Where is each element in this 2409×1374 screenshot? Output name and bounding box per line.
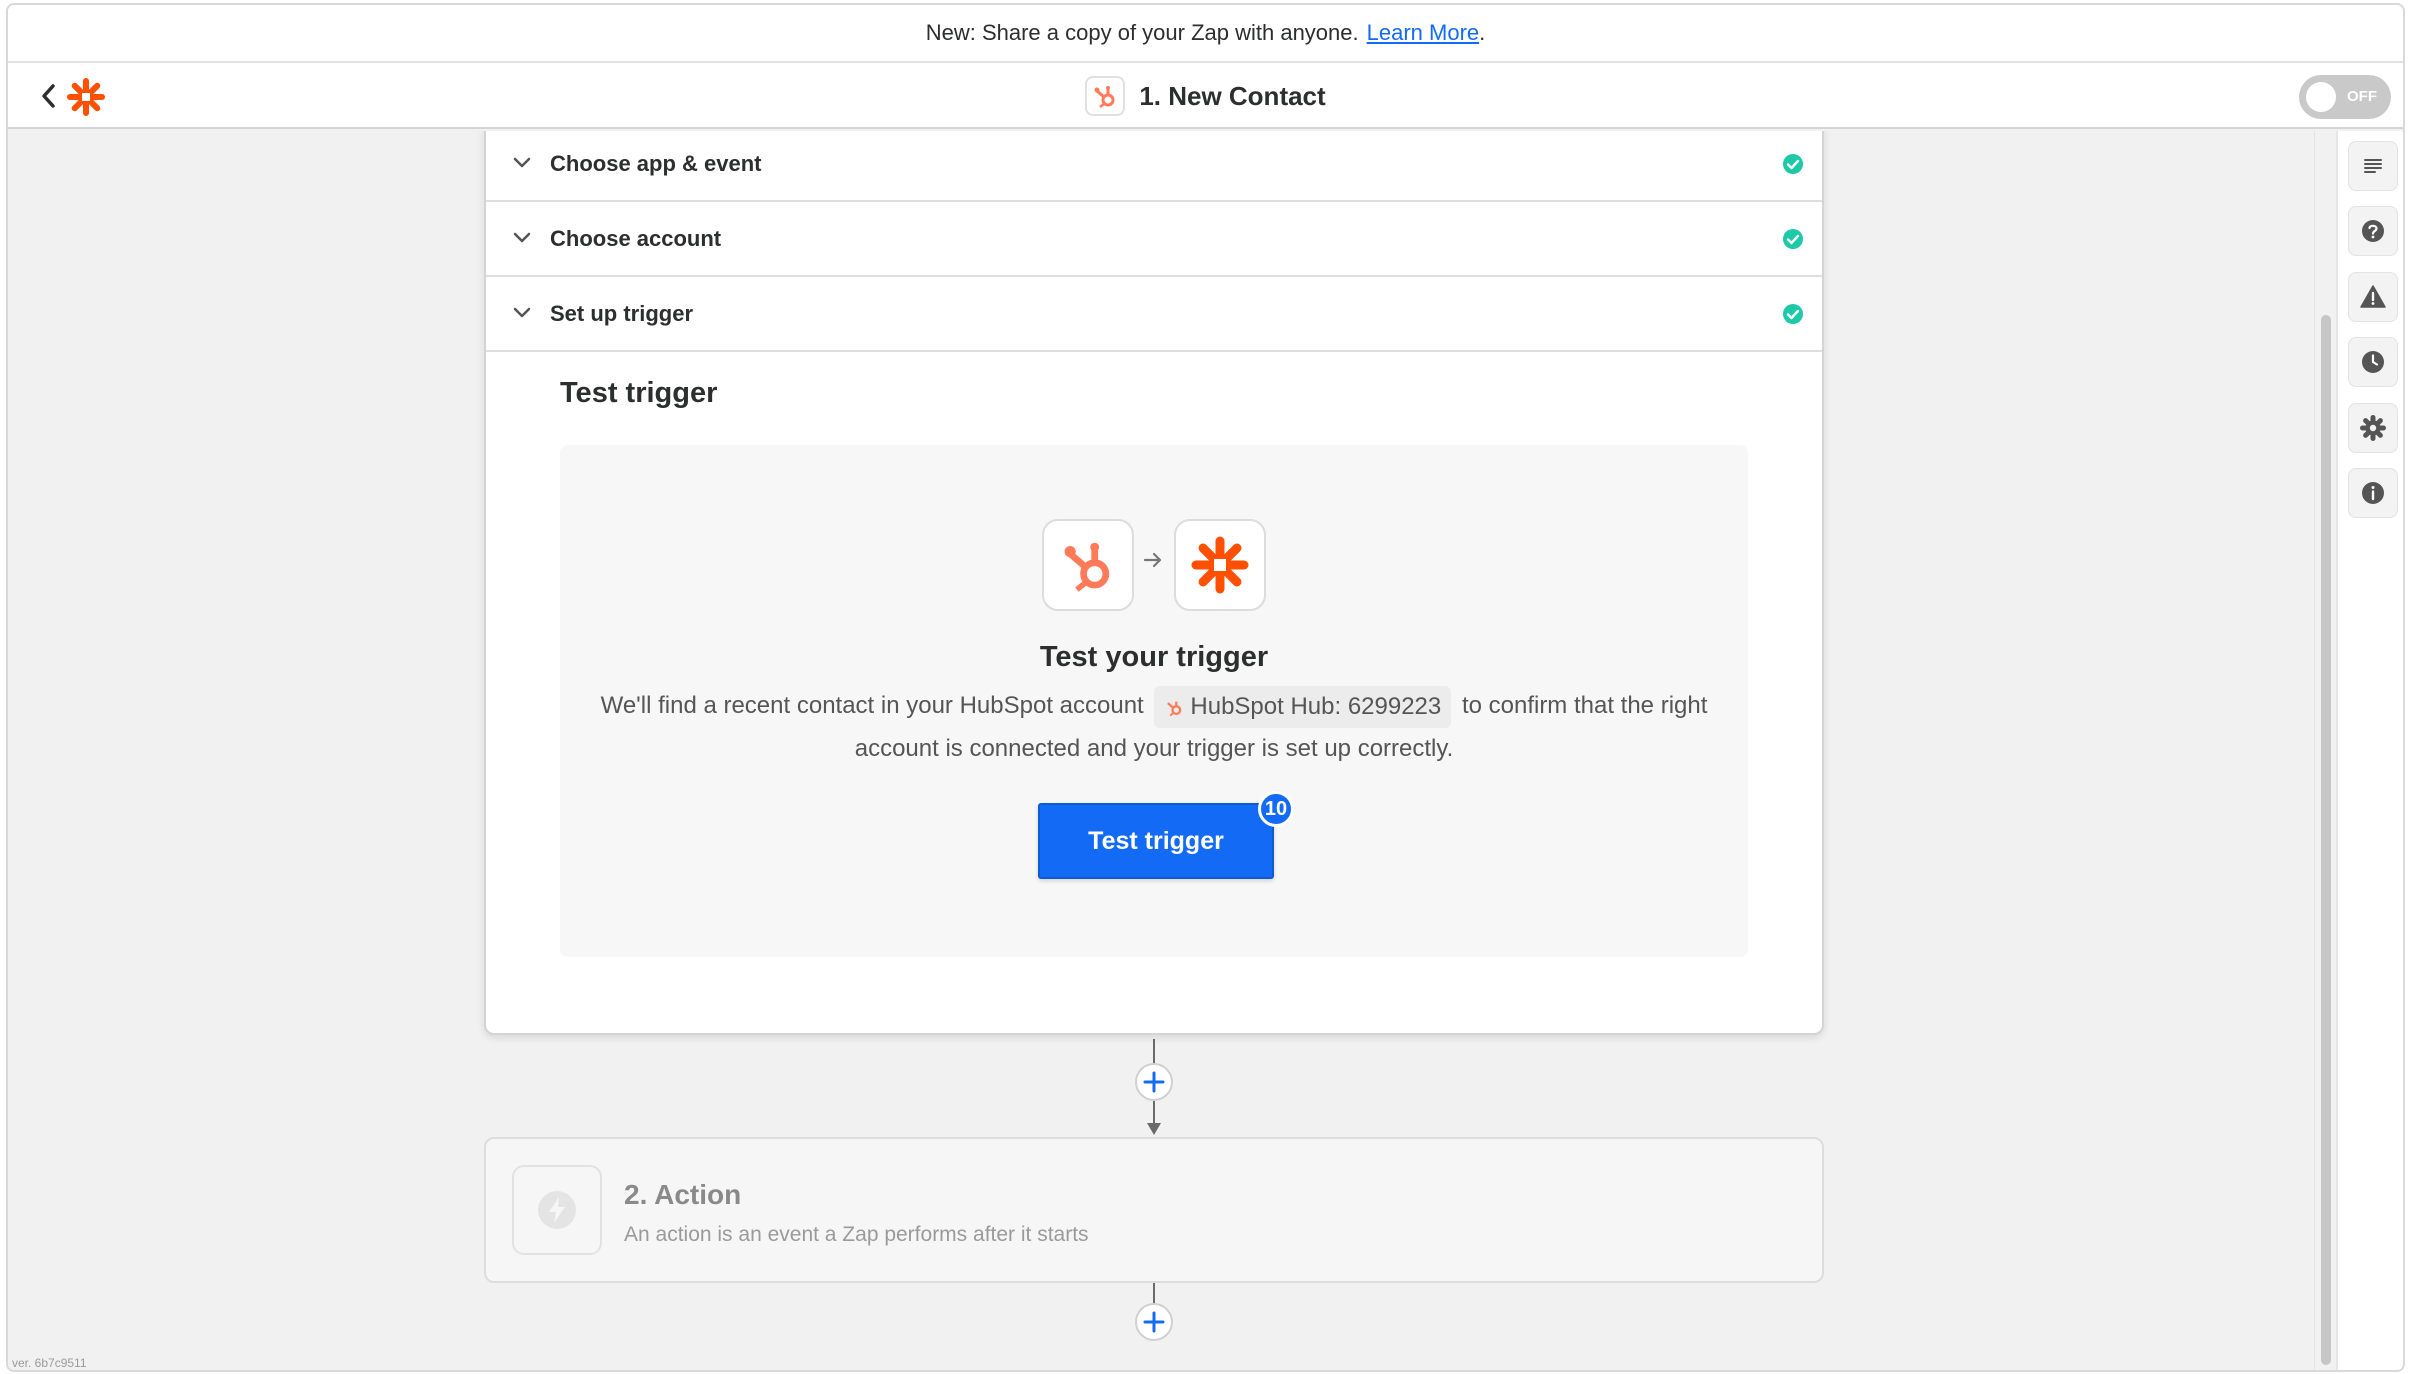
right-sidebar bbox=[2336, 131, 2403, 1370]
banner-text: New: Share a copy of your Zap with anyon… bbox=[925, 20, 1359, 45]
chevron-down-icon bbox=[513, 157, 531, 168]
zap-step-title: 1. New Contact bbox=[8, 73, 2403, 119]
arrow-down-icon bbox=[1147, 1123, 1161, 1135]
accordion-label: Choose account bbox=[550, 225, 722, 251]
info-button[interactable] bbox=[2348, 468, 2398, 518]
add-step-button[interactable] bbox=[1135, 1063, 1173, 1101]
app-window: New: Share a copy of your Zap with anyon… bbox=[6, 3, 2405, 1372]
outline-button[interactable] bbox=[2348, 141, 2398, 191]
zap-editor-canvas: Choose app & event Choose account Set up… bbox=[8, 131, 2314, 1370]
help-icon bbox=[2362, 220, 2384, 242]
accordion-label: Choose app & event bbox=[550, 150, 762, 176]
lightning-bolt-icon bbox=[538, 1191, 576, 1229]
connector-line bbox=[1153, 1101, 1155, 1125]
plus-icon bbox=[1143, 1071, 1165, 1093]
warnings-button[interactable] bbox=[2348, 272, 2398, 322]
announcement-banner: New: Share a copy of your Zap with anyon… bbox=[8, 5, 2403, 63]
zapier-app-icon bbox=[1174, 519, 1266, 611]
hubspot-account-chip: HubSpot Hub: 6299223 bbox=[1154, 685, 1452, 728]
action-subtitle: An action is an event a Zap performs aft… bbox=[624, 1223, 1089, 1246]
accordion-choose-account[interactable]: Choose account bbox=[486, 202, 1822, 277]
hubspot-icon bbox=[1167, 701, 1182, 716]
accordion-set-up-trigger[interactable]: Set up trigger bbox=[486, 277, 1822, 352]
check-circle-icon bbox=[1783, 228, 1803, 249]
test-description: We'll find a recent contact in your HubS… bbox=[600, 685, 1708, 770]
trigger-step-card: Choose app & event Choose account Set up… bbox=[484, 131, 1824, 1035]
toggle-label: OFF bbox=[2347, 88, 2377, 105]
settings-icon bbox=[2360, 415, 2386, 441]
learn-more-link[interactable]: Learn More bbox=[1367, 20, 1480, 46]
action-title: 2. Action bbox=[624, 1179, 742, 1210]
chevron-down-icon bbox=[513, 307, 531, 318]
help-button[interactable] bbox=[2348, 206, 2398, 256]
notification-badge: 10 bbox=[1258, 791, 1294, 827]
warning-icon bbox=[2360, 285, 2386, 308]
add-step-button[interactable] bbox=[1135, 1303, 1173, 1341]
hubspot-app-icon bbox=[1042, 519, 1134, 611]
outline-icon bbox=[2364, 159, 2382, 173]
banner-suffix: . bbox=[1479, 20, 1486, 45]
history-icon bbox=[2362, 351, 2384, 373]
chip-label: HubSpot Hub: 6299223 bbox=[1190, 692, 1442, 720]
arrow-right-icon bbox=[1143, 552, 1162, 568]
settings-button[interactable] bbox=[2348, 403, 2398, 453]
desc-before: We'll find a recent contact in your HubS… bbox=[600, 692, 1144, 719]
accordion-label: Set up trigger bbox=[550, 300, 694, 326]
toggle-knob bbox=[2306, 82, 2336, 112]
history-button[interactable] bbox=[2348, 337, 2398, 387]
editor-header: 1. New Contact OFF bbox=[8, 63, 2403, 129]
test-trigger-heading: Test trigger bbox=[560, 377, 718, 409]
check-circle-icon bbox=[1783, 303, 1803, 324]
zap-on-off-toggle[interactable]: OFF bbox=[2299, 75, 2391, 119]
test-your-trigger-title: Test your trigger bbox=[1039, 641, 1269, 673]
scrollbar[interactable] bbox=[2314, 131, 2336, 1370]
info-icon bbox=[2362, 482, 2384, 504]
scrollbar-thumb[interactable] bbox=[2321, 315, 2331, 1365]
chevron-down-icon bbox=[513, 232, 531, 243]
page-title: 1. New Contact bbox=[1139, 80, 1326, 111]
version-label: ver. 6b7c9511 bbox=[12, 1356, 87, 1370]
action-step-card[interactable]: 2. Action An action is an event a Zap pe… bbox=[484, 1137, 1824, 1283]
test-trigger-panel: Test your trigger We'll find a recent co… bbox=[560, 445, 1748, 957]
accordion-choose-app-event[interactable]: Choose app & event bbox=[486, 131, 1822, 202]
check-circle-icon bbox=[1783, 153, 1803, 174]
action-app-icon bbox=[512, 1165, 602, 1255]
hubspot-icon bbox=[1085, 76, 1126, 116]
plus-icon bbox=[1143, 1311, 1165, 1333]
test-trigger-button[interactable]: Test trigger bbox=[1038, 803, 1274, 879]
